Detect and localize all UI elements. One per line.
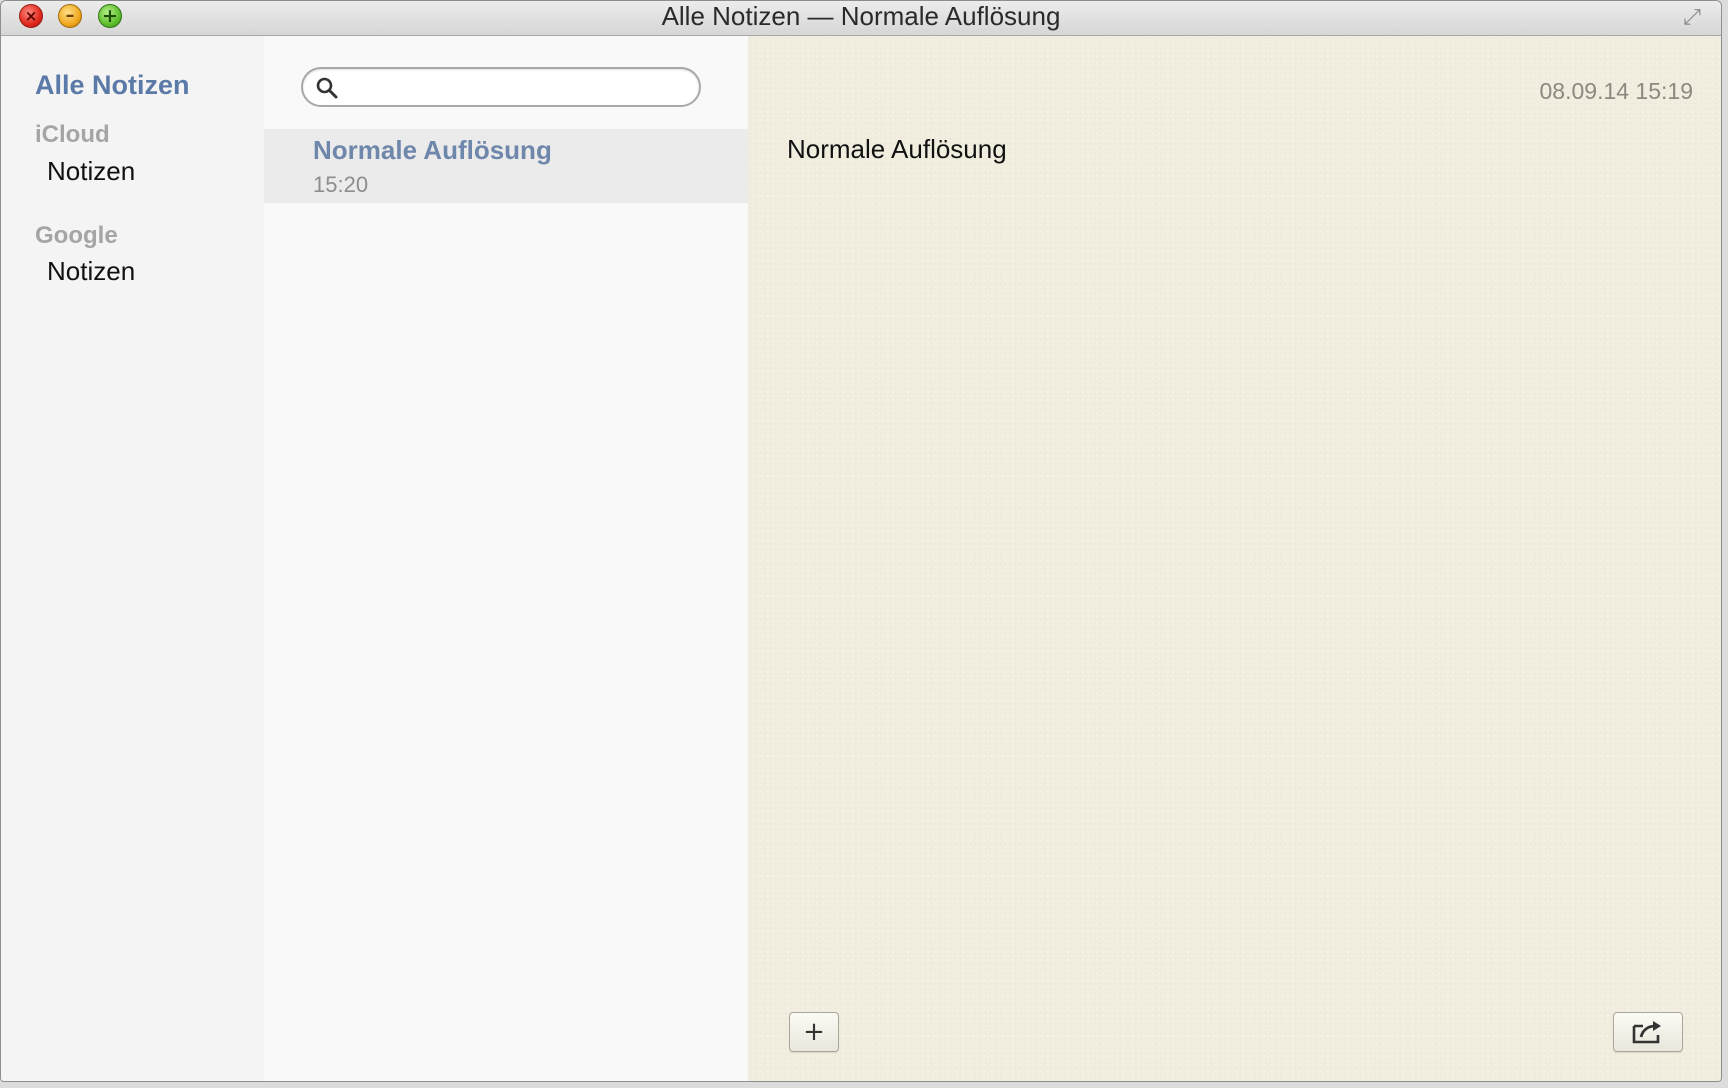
sidebar-item-google-notes[interactable]: Notizen [47, 256, 135, 287]
note-list: Normale Auflösung 15:20 [264, 36, 749, 1081]
share-button[interactable] [1613, 1012, 1683, 1052]
note-editor[interactable]: 08.09.14 15:19 Normale Auflösung + [748, 36, 1721, 1081]
title-bar[interactable]: × – + Alle Notizen — Normale Auflösung ⤢ [1, 1, 1721, 36]
window-title: Alle Notizen — Normale Auflösung [661, 1, 1061, 31]
note-body[interactable]: Normale Auflösung [787, 134, 1007, 165]
sidebar-item-icloud-notes[interactable]: Notizen [47, 156, 135, 187]
fullscreen-button[interactable]: ⤢ [1677, 3, 1707, 31]
note-list-item[interactable]: Normale Auflösung 15:20 [264, 129, 748, 203]
share-icon [1632, 1021, 1661, 1044]
account-header-google: Google [35, 222, 118, 249]
note-date: 08.09.14 15:19 [1539, 78, 1693, 104]
new-note-button[interactable]: + [789, 1012, 839, 1052]
note-title: Normale Auflösung [313, 135, 552, 165]
note-time: 15:20 [313, 172, 369, 197]
account-header-icloud: iCloud [35, 121, 110, 148]
sidebar-item-all-notes[interactable]: Alle Notizen [35, 70, 190, 101]
search-field[interactable] [301, 67, 701, 107]
fullscreen-icon: ⤢ [1683, 4, 1701, 30]
notes-window: × – + Alle Notizen — Normale Auflösung ⤢… [0, 0, 1722, 1082]
search-icon [316, 77, 338, 99]
search-input[interactable] [345, 73, 689, 103]
folder-sidebar: Alle Notizen iCloud Notizen Google Notiz… [1, 36, 265, 1081]
plus-icon: + [803, 1017, 825, 1047]
